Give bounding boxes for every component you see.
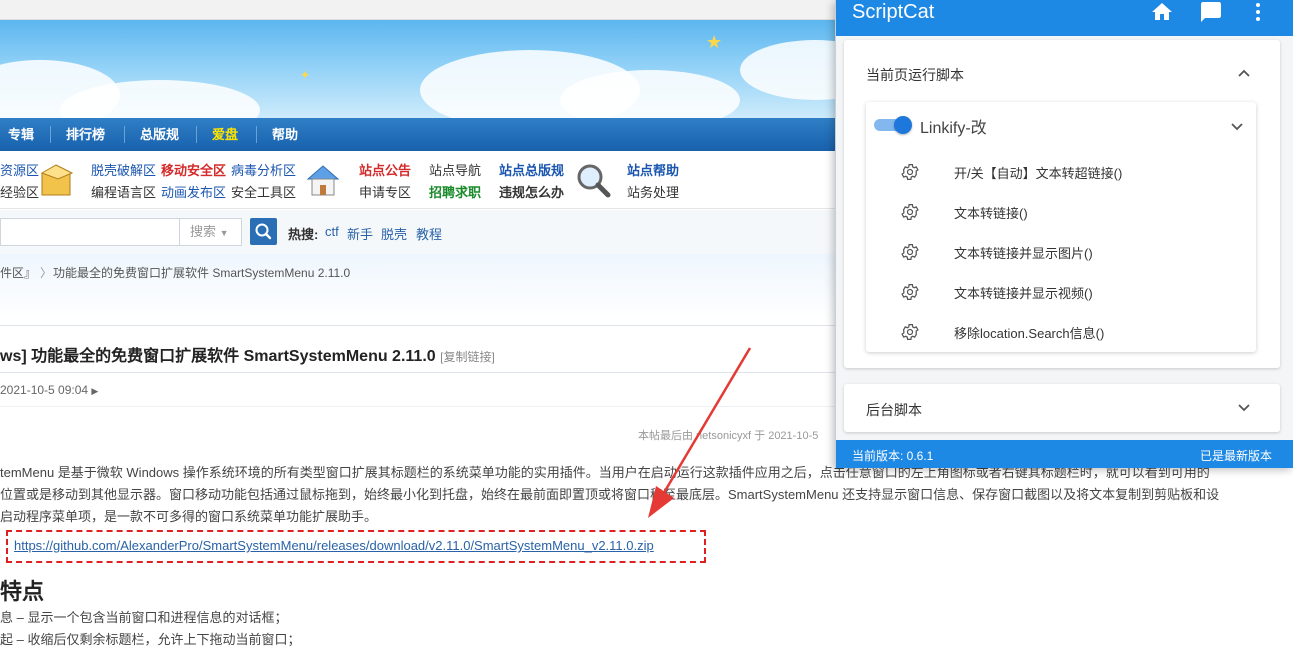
quick-link-mobile[interactable]: 移动安全区 (161, 160, 226, 179)
hot-search-label: 热搜: (288, 227, 319, 242)
gear-icon (901, 324, 919, 340)
features-heading: 特点 (0, 579, 45, 604)
hot-term[interactable]: 教程 (416, 224, 442, 243)
scriptcat-popup: ScriptCat 当前页运行脚本 Linkify-改 开/关【自动】文本转超链… (835, 0, 1293, 468)
nav-item-aipan[interactable]: 爱盘 (212, 118, 238, 151)
menu-item-label: 移除location.Search信息() (954, 326, 1105, 341)
more-vert-icon[interactable] (1246, 0, 1270, 24)
script-card: Linkify-改 开/关【自动】文本转超链接() 文本转链接() 文本转链接并… (866, 102, 1256, 352)
box-icon (40, 164, 74, 196)
quick-link-tools[interactable]: 安全工具区 (231, 182, 296, 201)
popup-title: ScriptCat (852, 1, 935, 23)
chevron-down-icon[interactable] (1237, 401, 1251, 415)
search-type-select[interactable]: 搜索 ▼ (180, 218, 242, 246)
chat-icon[interactable] (1199, 0, 1223, 24)
popup-header: ScriptCat (836, 0, 1293, 36)
hot-term[interactable]: 新手 (347, 224, 373, 243)
menu-item-label: 文本转链接并显示视频() (954, 286, 1093, 301)
magnifier-icon (577, 164, 611, 198)
post-title: ws] 功能最全的免费窗口扩展软件 SmartSystemMenu 2.11.0… (0, 348, 495, 365)
chevron-up-icon[interactable] (1237, 66, 1251, 80)
nav-item-help[interactable]: 帮助 (272, 118, 298, 151)
nav-item-ranking[interactable]: 排行榜 (66, 118, 105, 151)
feature-item: 息 – 显示一个包含当前窗口和进程信息的对话框； (0, 610, 288, 625)
menu-item-label: 开/关【自动】文本转超链接() (954, 166, 1123, 181)
section-background[interactable]: 后台脚本 (844, 384, 1280, 432)
version-label: 当前版本: 0.6.1 (852, 449, 934, 463)
gear-icon (901, 244, 919, 260)
quick-link-animation[interactable]: 动画发布区 (161, 182, 226, 201)
search-button[interactable] (250, 218, 277, 245)
script-menu-item[interactable]: 文本转链接() (866, 192, 1256, 232)
quick-link-sitenav[interactable]: 站点导航 (429, 160, 481, 179)
section-current-title[interactable]: 当前页运行脚本 (866, 65, 964, 85)
post-time: 2021-10-5 09:04 ▶ (0, 383, 99, 397)
quick-link-announce[interactable]: 站点公告 (359, 160, 411, 179)
section-current-page: 当前页运行脚本 Linkify-改 开/关【自动】文本转超链接() 文本转链接(… (844, 40, 1280, 368)
gear-icon (901, 284, 919, 300)
breadcrumb-current: 功能最全的免费窗口扩展软件 SmartSystemMenu 2.11.0 (53, 266, 351, 280)
gear-icon (901, 164, 919, 180)
nav-item-album[interactable]: 专辑 (8, 118, 34, 151)
gear-icon (901, 204, 919, 220)
quick-link-sitehelp[interactable]: 站点帮助 (627, 160, 679, 179)
edited-note: 本帖最后由 netsonicyxf 于 2021-10-5 (638, 430, 819, 442)
house-icon (306, 165, 340, 196)
section-background-title: 后台脚本 (866, 402, 922, 418)
menu-item-label: 文本转链接并显示图片() (954, 246, 1093, 261)
copy-link[interactable]: [复制链接] (440, 350, 495, 364)
menu-item-label: 文本转链接() (954, 206, 1028, 221)
body-line: 位置或是移动到其他显示器。窗口移动功能包括通过鼠标拖到，始终最小化到托盘，始终在… (0, 487, 1220, 502)
quick-link-affairs[interactable]: 站务处理 (627, 182, 679, 201)
quick-link-jobs[interactable]: 招聘求职 (429, 182, 481, 201)
update-status[interactable]: 已是最新版本 (1200, 447, 1272, 464)
search-input[interactable] (0, 218, 180, 246)
script-menu-item[interactable]: 文本转链接并显示图片() (866, 232, 1256, 272)
body-line: 启动程序菜单项，是一款不可多得的窗口系统菜单功能扩展助手。 (0, 509, 378, 524)
hot-term[interactable]: 脱壳 (381, 224, 407, 243)
post-body: temMenu 是基于微软 Windows 操作系统环境的所有类型窗口扩展其标题… (0, 462, 1293, 528)
quick-link-experience[interactable]: 经验区 (0, 182, 39, 201)
script-name: Linkify-改 (920, 120, 987, 137)
breadcrumb-prev[interactable]: 件区』 (0, 264, 36, 281)
script-enable-toggle[interactable] (874, 116, 912, 134)
script-menu-item[interactable]: 开/关【自动】文本转超链接() (866, 152, 1256, 192)
quick-link-apply[interactable]: 申请专区 (359, 182, 411, 201)
nav-item-rules[interactable]: 总版规 (140, 118, 179, 151)
download-link[interactable]: https://github.com/AlexanderPro/SmartSys… (14, 538, 654, 553)
feature-item: 起 – 收缩后仅剩余标题栏，允许上下拖动当前窗口； (0, 632, 301, 647)
home-icon[interactable] (1150, 0, 1174, 24)
quick-link-resources[interactable]: 资源区 (0, 160, 39, 179)
script-menu-item[interactable]: 文本转链接并显示视频() (866, 272, 1256, 312)
search-icon (255, 223, 272, 240)
script-menu-item[interactable]: 移除location.Search信息() (866, 312, 1256, 352)
quick-link-violation[interactable]: 违规怎么办 (499, 182, 564, 201)
popup-footer: 当前版本: 0.6.1 已是最新版本 (836, 440, 1293, 468)
quick-link-siterules[interactable]: 站点总版规 (499, 160, 564, 179)
quick-link-programming[interactable]: 编程语言区 (91, 182, 156, 201)
quick-link-unpack[interactable]: 脱壳破解区 (91, 160, 156, 179)
quick-link-virus[interactable]: 病毒分析区 (231, 160, 296, 179)
hot-term[interactable]: ctf (325, 224, 339, 239)
chevron-down-icon[interactable] (1230, 120, 1244, 134)
